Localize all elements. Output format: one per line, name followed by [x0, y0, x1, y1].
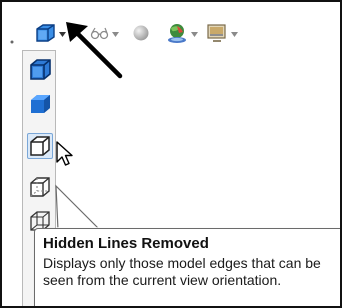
tooltip-body: Displays only those model edges that can… [43, 255, 321, 288]
mouse-cursor-icon [55, 140, 75, 173]
apply-scene-button[interactable] [166, 22, 188, 44]
callout-arrow-icon [62, 12, 142, 97]
cube-hidden-lines-removed-icon [28, 136, 52, 162]
tooltip: Hidden Lines Removed Displays only those… [34, 228, 340, 306]
view-settings-button[interactable] [206, 22, 228, 44]
flyout-item-hidden-lines-removed[interactable] [27, 133, 53, 159]
cube-hidden-lines-visible-icon [27, 177, 53, 205]
monitor-settings-icon [206, 24, 228, 48]
cube-display-style-icon [34, 24, 56, 48]
flyout-item-shaded[interactable] [27, 91, 53, 117]
flyout-item-shaded-with-edges[interactable] [27, 57, 53, 83]
tooltip-title: Hidden Lines Removed [43, 235, 209, 252]
screenshot-frame: Hidden Lines Removed Displays only those… [0, 0, 342, 308]
cube-shaded-icon [27, 95, 53, 121]
flyout-item-hidden-lines-visible[interactable] [27, 175, 53, 201]
display-style-button[interactable] [34, 22, 56, 44]
scene-globe-icon [166, 24, 188, 48]
cube-shaded-edges-icon [27, 59, 53, 87]
apply-scene-dropdown-chevron-icon[interactable] [191, 32, 198, 37]
toolbar-gripper [10, 32, 14, 50]
heads-up-view-toolbar [4, 4, 340, 56]
view-settings-dropdown-chevron-icon[interactable] [231, 32, 238, 37]
